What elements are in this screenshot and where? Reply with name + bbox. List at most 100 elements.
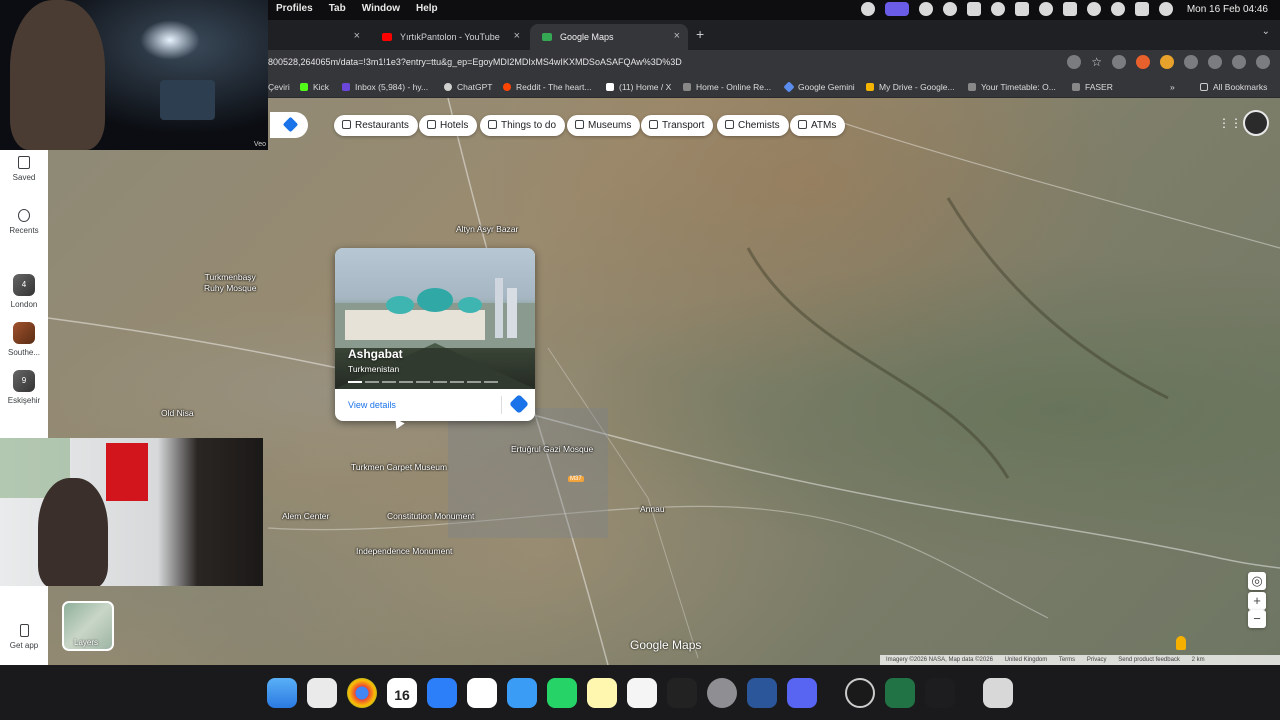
tab-google-maps[interactable]: Google Maps × [530,24,688,50]
launchpad-icon[interactable] [307,678,337,708]
more-menu-icon[interactable] [1256,55,1270,69]
settings-icon[interactable] [707,678,737,708]
control-center-icon[interactable] [1134,2,1149,16]
finder-icon[interactable] [267,678,297,708]
app-icon-blue[interactable] [427,678,457,708]
sidebar-item-london[interactable]: 4 London [0,274,48,309]
sidebar-item-eskisehir[interactable]: 9 Eskişehir [0,370,48,405]
map-label-old-nisa[interactable]: Old Nisa [161,408,194,418]
my-location-icon[interactable]: ◎ [1248,572,1266,590]
scale-bar[interactable]: 2 km [1192,657,1205,663]
zoom-out-button[interactable]: − [1248,610,1266,628]
chip-things-to-do[interactable]: Things to do [480,115,566,136]
view-details-link[interactable]: View details [348,400,396,410]
discord-icon[interactable] [787,678,817,708]
bookmark-x[interactable]: (11) Home / X [606,82,671,92]
attribution-country[interactable]: United Kingdom [1005,657,1048,663]
card-directions-icon[interactable] [509,394,529,414]
chip-chemists[interactable]: Chemists [717,115,789,136]
bookmark-drive[interactable]: My Drive - Google... [866,82,955,92]
activity-monitor-icon[interactable] [925,678,955,708]
trash-icon[interactable] [983,678,1013,708]
terms-link[interactable]: Terms [1059,657,1075,663]
menu-profiles[interactable]: Profiles [276,3,313,14]
extension-icon-1[interactable] [1112,55,1126,69]
place-card[interactable]: Ashgabat Turkmenistan View details [335,248,535,421]
close-icon[interactable]: × [674,30,680,42]
account-avatar[interactable] [1243,110,1269,136]
profile-icon[interactable] [1232,55,1246,69]
chip-hotels[interactable]: Hotels [419,115,478,136]
bookmark-gemini[interactable]: Google Gemini [783,81,855,93]
bookmark-chatgpt[interactable]: ChatGPT [444,82,492,92]
excel-icon[interactable] [885,678,915,708]
reading-list-icon[interactable] [1208,55,1222,69]
pen-icon[interactable] [966,2,981,16]
bookmark-inbox[interactable]: Inbox (5,984) - hy... [342,82,428,92]
tab-partial[interactable]: × [268,24,368,50]
status-icon-pill[interactable] [884,2,909,16]
chrome-icon[interactable] [347,678,377,708]
calendar-icon[interactable]: 16 [387,678,417,708]
bookmark-reddit[interactable]: Reddit - The heart... [503,82,591,92]
sidebar-item-get-app[interactable]: Get app [0,624,48,650]
pegman-icon[interactable] [1176,636,1186,650]
feedback-link[interactable]: Send product feedback [1118,657,1180,663]
map-label-ertugrul[interactable]: Ertuğrul Gazi Mosque [511,444,593,454]
app-icon-bars[interactable] [667,678,697,708]
notes-icon[interactable] [587,678,617,708]
bookmark-ceviri[interactable]: Çeviri [268,82,290,92]
photo-carousel-dots[interactable] [348,381,498,383]
wifi-icon[interactable] [1086,2,1101,16]
map-label-turkmenbasy[interactable]: Turkmenbaşy Ruhy Mosque [204,272,256,294]
siri-icon[interactable] [1158,2,1173,16]
google-apps-icon[interactable]: ⋮⋮ [1218,116,1242,130]
bookmark-faser[interactable]: FASER [1072,82,1113,92]
play-icon[interactable] [990,2,1005,16]
map-label-alem[interactable]: Alem Center [282,511,329,521]
chip-restaurants[interactable]: Restaurants [334,115,418,136]
extension-icon-2[interactable] [1136,55,1150,69]
sidebar-item-recents[interactable]: Recents [0,209,48,235]
zoom-in-button[interactable]: + [1248,592,1266,610]
map-label-constitution[interactable]: Constitution Monument [387,511,474,521]
menu-window[interactable]: Window [362,3,400,14]
all-bookmarks[interactable]: All Bookmarks [1200,82,1267,92]
gmail-icon[interactable] [467,678,497,708]
tab-youtube[interactable]: YırtıkPantolon - YouTube × [370,24,528,50]
battery-icon[interactable] [1062,2,1077,16]
place-photo[interactable]: Ashgabat Turkmenistan [335,248,535,389]
new-tab-icon[interactable]: + [696,26,704,42]
close-icon[interactable]: × [514,30,520,42]
chip-atms[interactable]: ATMs [790,115,846,136]
install-icon[interactable] [1067,55,1082,69]
bookmarks-overflow-icon[interactable]: » [1170,82,1175,92]
mail-app-icon[interactable] [507,678,537,708]
status-icon-1[interactable] [860,2,875,16]
bookmark-timetable[interactable]: Your Timetable: O... [968,82,1056,92]
extension-icon-3[interactable] [1160,55,1174,69]
map-label-independence[interactable]: Independence Monument [356,546,452,556]
directions-button[interactable] [270,112,308,138]
record-icon[interactable] [918,2,933,16]
sidebar-item-southend[interactable]: Southe... [0,322,48,357]
word-icon[interactable] [747,678,777,708]
map-label-annau[interactable]: Annau [640,504,665,514]
whatsapp-icon[interactable] [547,678,577,708]
url-text[interactable]: 800528,264065m/data=!3m1!1e3?entry=ttu&g… [268,57,682,67]
close-icon[interactable]: × [354,30,360,42]
obs-icon[interactable] [845,678,875,708]
chip-transport[interactable]: Transport [641,115,714,136]
bookmark-online-re[interactable]: Home - Online Re... [683,82,771,92]
reminders-icon[interactable] [627,678,657,708]
menubar-clock[interactable]: Mon 16 Feb 04:46 [1187,4,1268,15]
sidebar-item-saved[interactable]: Saved [0,156,48,182]
car-icon[interactable] [1014,2,1029,16]
chip-museums[interactable]: Museums [567,115,641,136]
menu-tab[interactable]: Tab [329,3,346,14]
tab-search-icon[interactable]: ⌄ [1262,26,1270,37]
headphones-icon[interactable] [1038,2,1053,16]
spotify-icon[interactable] [942,2,957,16]
bookmark-star-icon[interactable]: ☆ [1091,55,1102,69]
extensions-puzzle-icon[interactable] [1184,55,1198,69]
